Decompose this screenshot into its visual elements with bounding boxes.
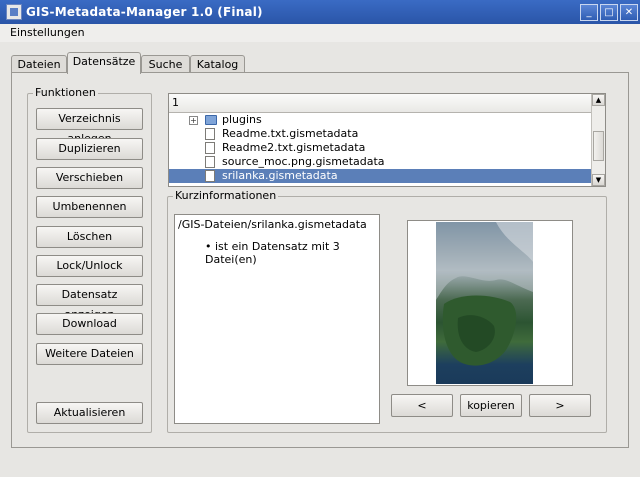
maximize-icon[interactable]: □ <box>600 4 618 21</box>
tree-row-plugins[interactable]: + plugins <box>169 113 591 127</box>
file-icon <box>205 156 215 168</box>
tab-katalog[interactable]: Katalog <box>190 55 245 73</box>
menu-einstellungen[interactable]: Einstellungen <box>10 26 85 39</box>
tree-row-srilanka[interactable]: srilanka.gismetadata <box>169 169 591 183</box>
close-icon[interactable]: ✕ <box>620 4 638 21</box>
tree-row-label: srilanka.gismetadata <box>222 169 338 182</box>
file-icon <box>205 128 215 140</box>
tree-row-label: Readme2.txt.gismetadata <box>222 141 366 154</box>
app-icon <box>6 4 22 20</box>
weitere-dateien-button[interactable]: Weitere Dateien <box>36 343 143 365</box>
next-button[interactable]: > <box>529 394 591 417</box>
tree-row-label: source_moc.png.gismetadata <box>222 155 385 168</box>
bullet-icon: • <box>205 240 212 253</box>
tree-header-label: 1 <box>172 96 179 109</box>
verschieben-button[interactable]: Verschieben <box>36 167 143 189</box>
kopieren-button[interactable]: kopieren <box>460 394 522 417</box>
kurzinformationen-title: Kurzinformationen <box>173 189 279 202</box>
lock-unlock-button[interactable]: Lock/Unlock <box>36 255 143 277</box>
duplizieren-button[interactable]: Duplizieren <box>36 138 143 160</box>
file-icon <box>205 142 215 154</box>
folder-icon <box>205 115 217 125</box>
window-title: GIS-Metadata-Manager 1.0 (Final) <box>26 5 263 19</box>
tree-row-source-moc[interactable]: source_moc.png.gismetadata <box>169 155 591 169</box>
funktionen-title: Funktionen <box>33 86 98 99</box>
tab-dateien[interactable]: Dateien <box>11 55 67 73</box>
file-icon <box>205 170 215 182</box>
loeschen-button[interactable]: Löschen <box>36 226 143 248</box>
minimize-icon[interactable]: _ <box>580 4 598 21</box>
info-bullet-item: • ist ein Datensatz mit 3 Datei(en) <box>205 240 379 266</box>
title-bar: GIS-Metadata-Manager 1.0 (Final) _ □ ✕ <box>0 0 640 24</box>
satellite-image <box>436 222 533 384</box>
tree-row-readme[interactable]: Readme.txt.gismetadata <box>169 127 591 141</box>
tree-scrollbar[interactable]: ▲ ▼ <box>591 94 605 186</box>
scroll-down-icon[interactable]: ▼ <box>592 174 605 186</box>
download-button[interactable]: Download <box>36 313 143 335</box>
tab-datensaetze[interactable]: Datensätze <box>67 52 141 74</box>
tab-suche[interactable]: Suche <box>141 55 190 73</box>
umbenennen-button[interactable]: Umbenennen <box>36 196 143 218</box>
dataset-tree[interactable]: 1 + plugins Readme.txt.gismetadata Readm… <box>168 93 606 187</box>
tree-row-label: plugins <box>222 113 262 126</box>
info-text-area[interactable]: /GIS-Dateien/srilanka.gismetadata • ist … <box>174 214 380 424</box>
preview-image-frame <box>407 220 573 386</box>
aktualisieren-button[interactable]: Aktualisieren <box>36 402 143 424</box>
tree-header[interactable]: 1 <box>169 94 591 113</box>
prev-button[interactable]: < <box>391 394 453 417</box>
expand-icon[interactable]: + <box>189 116 198 125</box>
info-path: /GIS-Dateien/srilanka.gismetadata <box>178 218 367 231</box>
tree-row-readme2[interactable]: Readme2.txt.gismetadata <box>169 141 591 155</box>
verzeichnis-anlegen-button[interactable]: Verzeichnis anlegen <box>36 108 143 145</box>
info-bullet-text: ist ein Datensatz mit 3 Datei(en) <box>205 240 340 266</box>
menu-bar: Einstellungen <box>0 24 640 42</box>
datensatz-anzeigen-button[interactable]: Datensatz anzeigen <box>36 284 143 321</box>
tree-row-label: Readme.txt.gismetadata <box>222 127 359 140</box>
scroll-thumb[interactable] <box>593 131 604 161</box>
scroll-up-icon[interactable]: ▲ <box>592 94 605 106</box>
